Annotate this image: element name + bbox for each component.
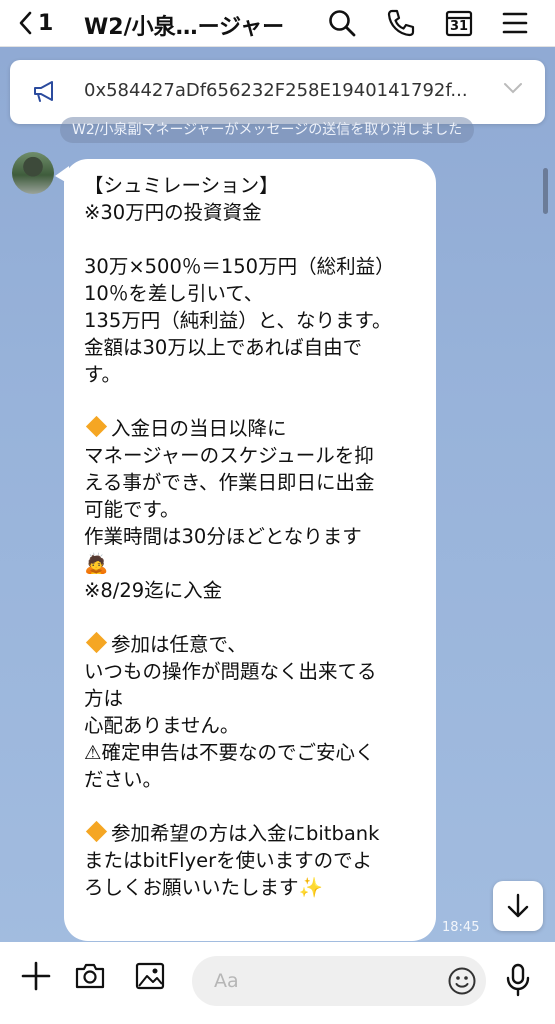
message-line: ※8/29迄に入金 [84, 579, 223, 602]
call-button[interactable] [386, 8, 416, 38]
chevron-down-icon[interactable] [503, 82, 523, 94]
orange-diamond-icon [85, 820, 108, 843]
message-line: 金額は30万以上であれば自由で [84, 336, 363, 359]
emoji-icon[interactable] [447, 966, 477, 996]
scroll-down-button[interactable] [493, 881, 543, 931]
message-line: 方は [84, 687, 124, 710]
message-line: ろしくお願いいたします✨ [84, 876, 323, 899]
system-notice: W2/小泉副マネージャーがメッセージの送信を取り消しました [60, 117, 475, 143]
message-line: 【シュミレーション】 [84, 174, 279, 197]
message-text: 【シュミレーション】 ※30万円の投資資金 30万×500％＝150万円（総利益） 1… [84, 172, 424, 901]
message-line: またはbitFlyerを使いますのでよ [84, 849, 373, 872]
message-line: ださい。 [84, 768, 163, 791]
message-line: 入金日の当日以降に [84, 415, 424, 442]
unread-count: 1 [38, 10, 54, 36]
message-line: 30万×500％＝150万円（総利益） [84, 255, 395, 278]
back-chevron-icon [19, 11, 32, 35]
message-line [84, 793, 424, 820]
message-line: 🙇 [84, 552, 109, 575]
orange-diamond-icon [85, 631, 108, 654]
pinned-announcement[interactable]: 0x584427aDf656232F258E1940141792f... [10, 60, 545, 124]
message-input-placeholder: Aa [214, 970, 239, 992]
message-line [84, 226, 424, 253]
camera-icon[interactable] [74, 960, 106, 992]
message-line: 作業時間は30分ほどとなります [84, 525, 362, 548]
message-line: 参加希望の方は入金にbitbank [84, 820, 424, 847]
back-button[interactable]: 1 [18, 8, 53, 38]
phone-icon [387, 9, 415, 37]
calendar-button[interactable]: 31 [444, 8, 474, 38]
message-line: 135万円（純利益）と、なります。 [84, 309, 392, 332]
message-line: 10％を差し引いて、 [84, 282, 264, 305]
message-line [84, 388, 424, 415]
message-line [84, 604, 424, 631]
chat-header: 1 W2/小泉…ージャー 31 [0, 0, 555, 47]
menu-icon [502, 12, 528, 34]
pinned-text: 0x584427aDf656232F258E1940141792f... [84, 80, 468, 101]
message-line: ⚠確定申告は不要なのでご安心く [84, 741, 375, 764]
calendar-day: 31 [449, 19, 469, 34]
orange-diamond-icon [85, 415, 108, 438]
message-line: える事ができ、作業日即日に出金 [84, 471, 375, 494]
menu-button[interactable] [502, 8, 532, 38]
scroll-down-arrow-icon [507, 893, 529, 918]
message-line: マネージャーのスケジュールを抑 [84, 444, 374, 467]
megaphone-icon [34, 81, 53, 102]
message-line: す。 [84, 363, 122, 386]
search-button[interactable] [327, 8, 357, 38]
mic-icon[interactable] [504, 962, 532, 998]
message-line: いつもの操作が問題なく出来てる [84, 660, 377, 683]
plus-icon[interactable] [20, 960, 52, 992]
message-time: 18:45 [442, 920, 480, 935]
message-line: ※30万円の投資資金 [84, 201, 262, 224]
avatar[interactable] [12, 152, 54, 194]
message-line: 可能です。 [84, 498, 180, 521]
message-line: 参加は任意で、 [84, 631, 424, 658]
image-icon[interactable] [134, 960, 166, 992]
scrollbar[interactable] [543, 168, 548, 214]
message-line: 心配ありません。 [84, 714, 240, 737]
chat-title[interactable]: W2/小泉…ージャー [84, 9, 284, 41]
search-icon [329, 10, 356, 37]
